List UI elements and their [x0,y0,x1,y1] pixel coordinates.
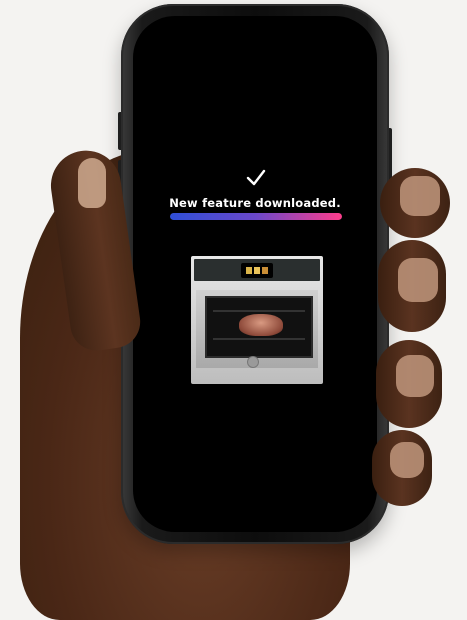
status-message: New feature downloaded. [169,196,341,210]
oven-door [196,290,318,368]
download-progress-bar [170,213,342,220]
oven-display [241,263,273,278]
thumb-nail [78,158,106,208]
scene: New feature downloaded. [0,0,467,620]
download-progress-fill [170,213,342,220]
roast-in-oven [239,314,283,336]
phone-screen: New feature downloaded. [133,16,377,532]
wall-oven-image [191,256,323,384]
oven-control-panel [194,259,320,281]
oven-window [205,296,313,358]
brand-logo-icon [247,356,259,368]
check-icon [246,169,266,186]
